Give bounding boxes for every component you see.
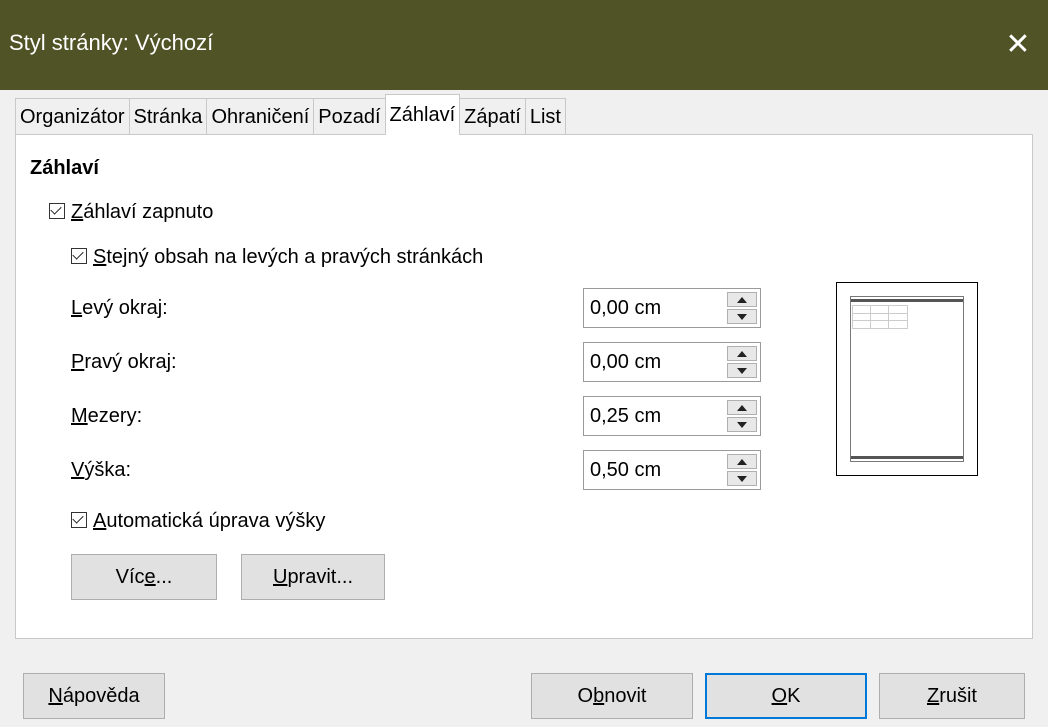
right-margin-spinbox[interactable]: 0,00 cm — [583, 342, 761, 382]
tab-strip: Organizátor Stránka Ohraničení Pozadí Zá… — [15, 94, 566, 135]
cancel-button[interactable]: Zrušit — [879, 673, 1025, 719]
decrement-button[interactable] — [727, 471, 757, 486]
section-title: Záhlaví — [30, 157, 99, 179]
spacing-value[interactable]: 0,25 cm — [590, 405, 661, 428]
arrow-up-icon — [737, 404, 747, 411]
height-label: Výška: — [71, 459, 132, 481]
decrement-button[interactable] — [727, 363, 757, 378]
ok-button[interactable]: OK — [705, 673, 867, 719]
checkbox-checked-icon — [71, 248, 87, 264]
same-content-checkbox[interactable]: Stejný obsah na levých a pravých stránká… — [71, 246, 483, 269]
tab-header[interactable]: Záhlaví — [384, 94, 461, 135]
preview-footer-bar — [851, 456, 963, 459]
decrement-button[interactable] — [727, 417, 757, 432]
spacing-label: Mezery: — [71, 405, 143, 427]
arrow-up-icon — [737, 350, 747, 357]
arrow-up-icon — [737, 458, 747, 465]
header-panel: Záhlaví Záhlaví zapnuto Stejný obsah na … — [15, 134, 1033, 639]
increment-button[interactable] — [727, 292, 757, 307]
preview-page — [850, 296, 964, 462]
spacing-spinbox[interactable]: 0,25 cm — [583, 396, 761, 436]
arrow-down-icon — [737, 421, 747, 428]
tab-page[interactable]: Stránka — [128, 98, 208, 135]
preview-header-bar — [851, 299, 963, 302]
tab-organizer[interactable]: Organizátor — [15, 98, 130, 135]
title-bar: Styl stránky: Výchozí ✕ — [0, 0, 1048, 90]
arrow-down-icon — [737, 475, 747, 482]
checkbox-checked-icon — [71, 512, 87, 528]
left-margin-value[interactable]: 0,00 cm — [590, 297, 661, 320]
increment-button[interactable] — [727, 346, 757, 361]
decrement-button[interactable] — [727, 309, 757, 324]
close-icon[interactable]: ✕ — [988, 0, 1048, 90]
right-margin-value[interactable]: 0,00 cm — [590, 351, 661, 374]
tab-footer[interactable]: Zápatí — [459, 98, 526, 135]
header-enabled-checkbox[interactable]: Záhlaví zapnuto — [49, 201, 213, 224]
increment-button[interactable] — [727, 400, 757, 415]
height-value[interactable]: 0,50 cm — [590, 459, 661, 482]
more-button[interactable]: Více... — [71, 554, 217, 600]
reset-button[interactable]: Obnovit — [531, 673, 693, 719]
arrow-up-icon — [737, 296, 747, 303]
tab-background[interactable]: Pozadí — [313, 98, 386, 135]
left-margin-spinbox[interactable]: 0,00 cm — [583, 288, 761, 328]
tab-sheet[interactable]: List — [524, 98, 566, 135]
right-margin-label: Pravý okraj: — [71, 351, 177, 373]
preview-header-grid — [852, 305, 908, 329]
height-spinbox[interactable]: 0,50 cm — [583, 450, 761, 490]
page-preview — [836, 282, 978, 476]
edit-button[interactable]: Upravit... — [241, 554, 385, 600]
checkbox-checked-icon — [49, 203, 65, 219]
tab-borders[interactable]: Ohraničení — [206, 98, 315, 135]
arrow-down-icon — [737, 367, 747, 374]
autofit-height-checkbox[interactable]: Automatická úprava výšky — [71, 510, 325, 533]
help-button[interactable]: Nápověda — [23, 673, 165, 719]
increment-button[interactable] — [727, 454, 757, 469]
window-title: Styl stránky: Výchozí — [9, 30, 214, 55]
left-margin-label: Levý okraj: — [71, 297, 168, 319]
arrow-down-icon — [737, 313, 747, 320]
